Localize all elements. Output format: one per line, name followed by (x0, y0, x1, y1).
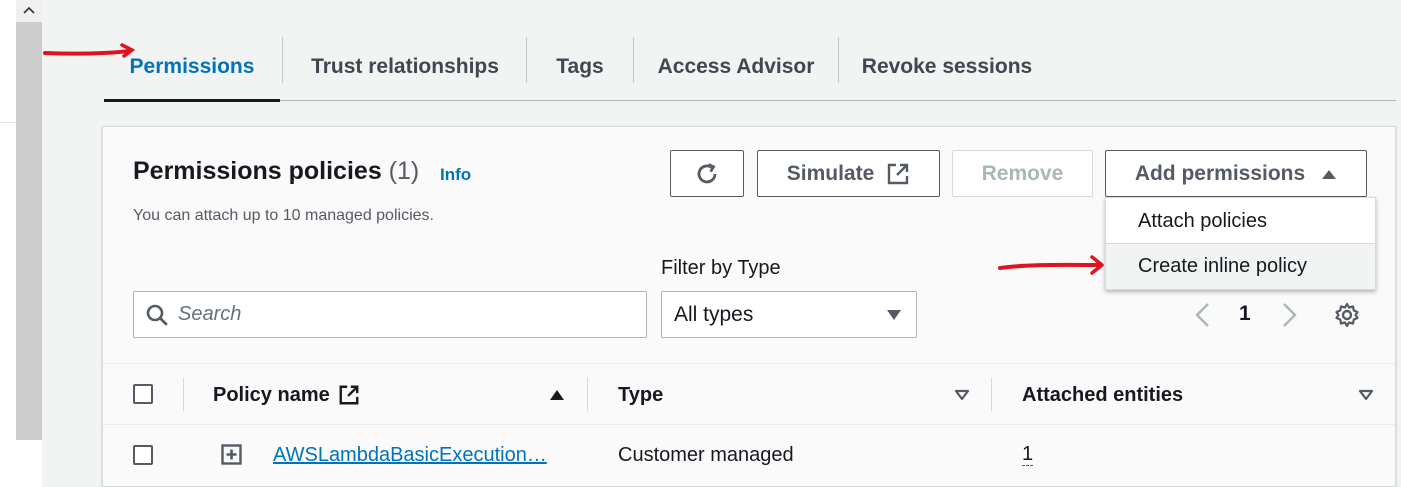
chevron-up-icon (23, 6, 35, 14)
settings-gear-icon[interactable] (1334, 302, 1360, 328)
scroll-up-button[interactable] (16, 0, 42, 22)
external-link-icon (888, 163, 909, 184)
panel-title-text: Permissions policies (133, 157, 382, 185)
add-permissions-menu: Attach policies Create inline policy (1105, 197, 1376, 290)
simulate-button[interactable]: Simulate (757, 150, 940, 197)
policy-name-cell: AWSLambdaBasicExecution… (273, 425, 547, 485)
refresh-button[interactable] (670, 150, 744, 197)
tab-label: Tags (556, 54, 604, 78)
tab-label: Trust relationships (311, 54, 499, 78)
refresh-icon (697, 162, 717, 183)
attached-entities-cell: 1 (1022, 425, 1034, 485)
next-page-icon[interactable] (1279, 302, 1299, 328)
tab-trust-relationships[interactable]: Trust relationships (283, 33, 527, 100)
remove-button[interactable]: Remove (952, 150, 1093, 197)
expand-row-icon[interactable] (221, 444, 242, 465)
search-icon (146, 304, 168, 325)
current-page-number[interactable]: 1 (1239, 302, 1251, 326)
policy-count: (1) (388, 157, 420, 185)
scrollbar-track[interactable] (16, 0, 42, 440)
external-link-icon (339, 385, 359, 405)
column-label: Policy name (213, 383, 330, 406)
search-box[interactable] (133, 291, 647, 338)
menu-item-label: Attach policies (1138, 209, 1267, 232)
panel-title: Permissions policies (1) (133, 157, 419, 186)
search-input[interactable] (178, 303, 618, 326)
tab-label: Access Advisor (657, 54, 815, 78)
sort-icon[interactable] (954, 389, 970, 401)
caret-down-icon (887, 310, 901, 320)
add-permissions-label: Add permissions (1134, 161, 1306, 185)
tab-revoke-sessions[interactable]: Revoke sessions (839, 33, 1055, 100)
panel-description: You can attach up to 10 managed policies… (133, 207, 434, 224)
tab-bar: Permissions Trust relationships Tags Acc… (104, 33, 1396, 102)
attached-entities-count[interactable]: 1 (1022, 444, 1034, 466)
info-link[interactable]: Info (440, 165, 471, 185)
tab-tags[interactable]: Tags (527, 33, 633, 100)
column-header-attached-entities[interactable]: Attached entities (1022, 364, 1183, 426)
sort-ascending-icon[interactable] (549, 389, 565, 401)
select-all-checkbox[interactable] (133, 384, 153, 404)
table-row: AWSLambdaBasicExecution… Customer manage… (103, 425, 1395, 485)
policy-type: Customer managed (618, 443, 794, 466)
menu-item-create-inline-policy[interactable]: Create inline policy (1106, 243, 1375, 289)
tab-access-advisor[interactable]: Access Advisor (634, 33, 838, 100)
page: Permissions Trust relationships Tags Acc… (0, 0, 1401, 487)
column-label: Attached entities (1022, 383, 1184, 406)
type-filter-value: All types (674, 302, 754, 326)
remove-label: Remove (981, 161, 1064, 185)
scrollbar-gap (16, 440, 42, 487)
simulate-label: Simulate (786, 161, 875, 185)
tab-label: Permissions (129, 54, 255, 78)
column-divider (587, 378, 588, 411)
left-edge-panel (0, 0, 16, 487)
tab-label: Revoke sessions (861, 54, 1033, 78)
table-header: Policy name Type Attached entities (103, 363, 1395, 425)
menu-item-label: Create inline policy (1138, 255, 1307, 277)
column-divider (183, 378, 184, 411)
sort-icon[interactable] (1358, 389, 1374, 401)
filter-type-label: Filter by Type (661, 257, 781, 279)
column-header-policy-name[interactable]: Policy name (213, 364, 360, 426)
column-divider (991, 378, 992, 411)
column-label: Type (618, 383, 664, 406)
add-permissions-button[interactable]: Add permissions (1105, 150, 1367, 197)
type-cell: Customer managed (618, 425, 794, 485)
policy-name-link[interactable]: AWSLambdaBasicExecution… (273, 444, 547, 467)
permissions-policies-panel: Permissions policies (1) Info You can at… (102, 126, 1396, 487)
type-filter-select[interactable]: All types (661, 291, 917, 338)
menu-item-attach-policies[interactable]: Attach policies (1106, 198, 1375, 244)
column-header-type[interactable]: Type (618, 364, 663, 426)
tab-permissions[interactable]: Permissions (104, 33, 280, 102)
row-checkbox[interactable] (133, 445, 153, 465)
previous-page-icon[interactable] (1193, 302, 1213, 328)
caret-up-icon (1322, 169, 1337, 179)
